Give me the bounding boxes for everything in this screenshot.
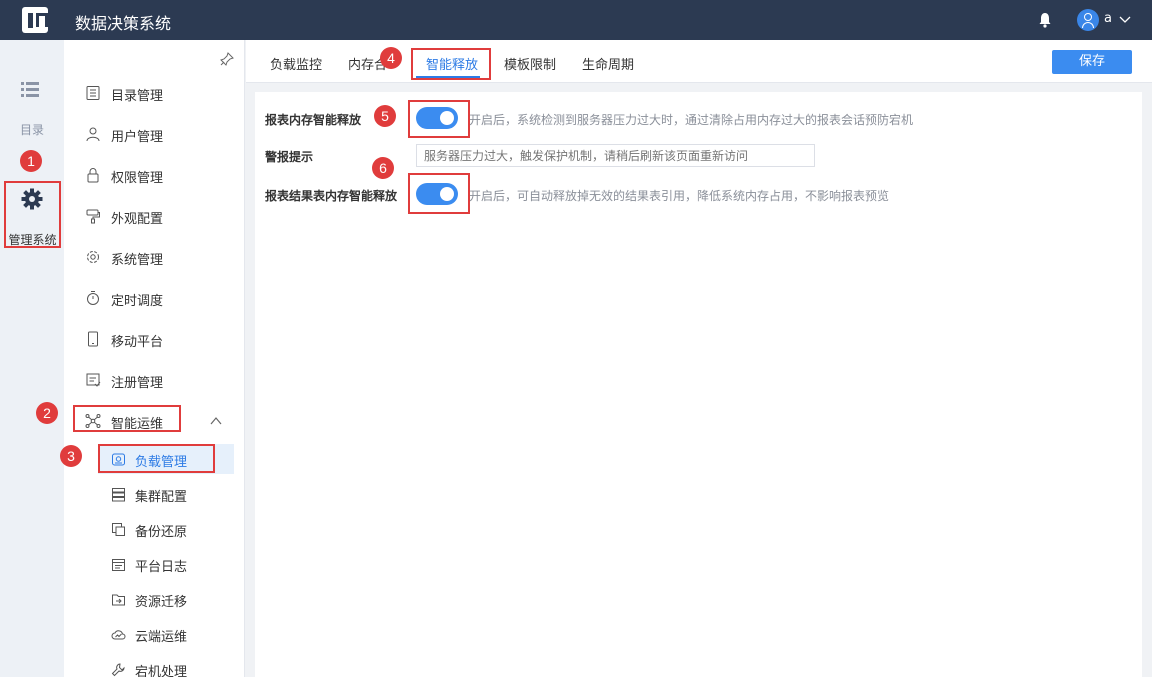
annotation-badge-6: 6 [372,157,394,179]
sidebar-item-label: 移动平台 [111,335,164,350]
pin-icon[interactable] [220,52,234,66]
annotation-box-3 [98,444,215,473]
smart-release-label: 报表内存智能释放 [265,113,362,127]
log-icon [112,559,125,571]
cloud-icon [111,630,126,640]
user-icon [86,127,100,142]
chevron-down-icon[interactable] [1118,12,1132,26]
sidebar-item-system[interactable]: 系统管理 [64,242,245,272]
sidebar-item-register[interactable]: 注册管理 [64,365,245,395]
sidebar-item-permissions[interactable]: 权限管理 [64,160,245,190]
annotation-badge-1: 1 [20,150,42,172]
sidebar-subitem-crash[interactable]: 宕机处理 [98,654,234,677]
sidebar-subitem-label: 备份还原 [135,525,188,540]
sidebar-subitem-cloud[interactable]: 云端运维 [98,619,234,649]
username[interactable]: a [1104,11,1112,26]
annotation-box-1 [4,181,61,248]
annotation-badge-5: 5 [374,105,396,127]
tab-template-limit[interactable]: 模板限制 [504,54,556,73]
annotation-box-5 [408,100,470,138]
tab-load-monitor[interactable]: 负载监控 [270,54,322,73]
main-content: 负载监控 内存合 智能释放 模板限制 生命周期 保存 报表内存智能释放 开启后，… [246,40,1152,677]
brush-icon [86,209,100,224]
settings-panel: 报表内存智能释放 开启后，系统检测到服务器压力过大时，通过清除占用内存过大的报表… [255,92,1142,677]
sidebar-subitem-label: 资源迁移 [135,595,188,610]
sidebar-item-label: 系统管理 [111,253,164,268]
annotation-badge-4: 4 [380,47,402,69]
warning-input[interactable] [416,144,815,167]
user-avatar[interactable] [1077,9,1099,31]
rail-directory-label[interactable]: 目录 [0,121,64,138]
sidebar: 目录管理 用户管理 权限管理 外观配置 系统管理 定时调度 移动平台 注册管理 … [64,40,245,677]
sidebar-subitem-label: 宕机处理 [135,665,188,677]
sidebar-subitem-migrate[interactable]: 资源迁移 [98,584,234,614]
sidebar-subitem-label: 云端运维 [135,630,188,645]
tab-lifecycle[interactable]: 生命周期 [582,54,634,73]
sidebar-subitem-cluster[interactable]: 集群配置 [98,479,234,509]
sidebar-item-label: 外观配置 [111,212,164,227]
smart-release-description: 开启后，系统检测到服务器压力过大时，通过清除占用内存过大的报表会话预防宕机 [469,113,914,127]
migrate-icon [112,594,125,606]
annotation-badge-2: 2 [36,402,58,424]
backup-icon [112,523,125,536]
cluster-icon [112,488,125,502]
sidebar-item-label: 定时调度 [111,294,164,309]
app-title: 数据决策系统 [75,14,172,33]
bell-icon[interactable] [1038,12,1052,28]
gear-icon [87,251,99,263]
sidebar-subitem-label: 集群配置 [135,490,188,505]
annotation-box-2 [73,405,181,432]
save-button[interactable]: 保存 [1052,50,1132,74]
top-bar: 数据决策系统 a [0,0,1152,40]
annotation-box-6 [408,173,470,214]
sidebar-item-users[interactable]: 用户管理 [64,119,245,149]
lock-icon [87,168,99,183]
app-logo[interactable] [22,7,48,33]
sidebar-item-label: 权限管理 [111,171,164,186]
timer-icon [87,291,99,305]
sidebar-item-label: 注册管理 [111,376,164,391]
sidebar-item-appearance[interactable]: 外观配置 [64,201,245,231]
register-icon [86,373,101,387]
sidebar-subitem-backup[interactable]: 备份还原 [98,514,234,544]
sidebar-item-label: 用户管理 [111,130,164,145]
warning-label: 警报提示 [265,150,314,164]
annotation-box-4 [411,48,491,80]
catalog-icon [86,86,100,100]
sidebar-subitem-label: 平台日志 [135,560,188,575]
annotation-badge-3: 3 [60,445,82,467]
sidebar-item-schedule[interactable]: 定时调度 [64,283,245,313]
sidebar-subitem-log[interactable]: 平台日志 [98,549,234,579]
mobile-icon [88,331,98,347]
result-release-description: 开启后，可自动释放掉无效的结果表引用，降低系统内存占用，不影响报表预览 [469,189,890,203]
wrench-icon [111,663,125,677]
sidebar-item-label: 目录管理 [111,89,164,104]
left-rail: 目录 管理系统 [0,40,64,677]
result-release-label: 报表结果表内存智能释放 [265,189,398,203]
sidebar-item-mobile[interactable]: 移动平台 [64,324,245,354]
chevron-up-icon[interactable] [209,415,223,427]
list-icon[interactable] [20,80,40,98]
sidebar-item-catalog[interactable]: 目录管理 [64,78,245,108]
